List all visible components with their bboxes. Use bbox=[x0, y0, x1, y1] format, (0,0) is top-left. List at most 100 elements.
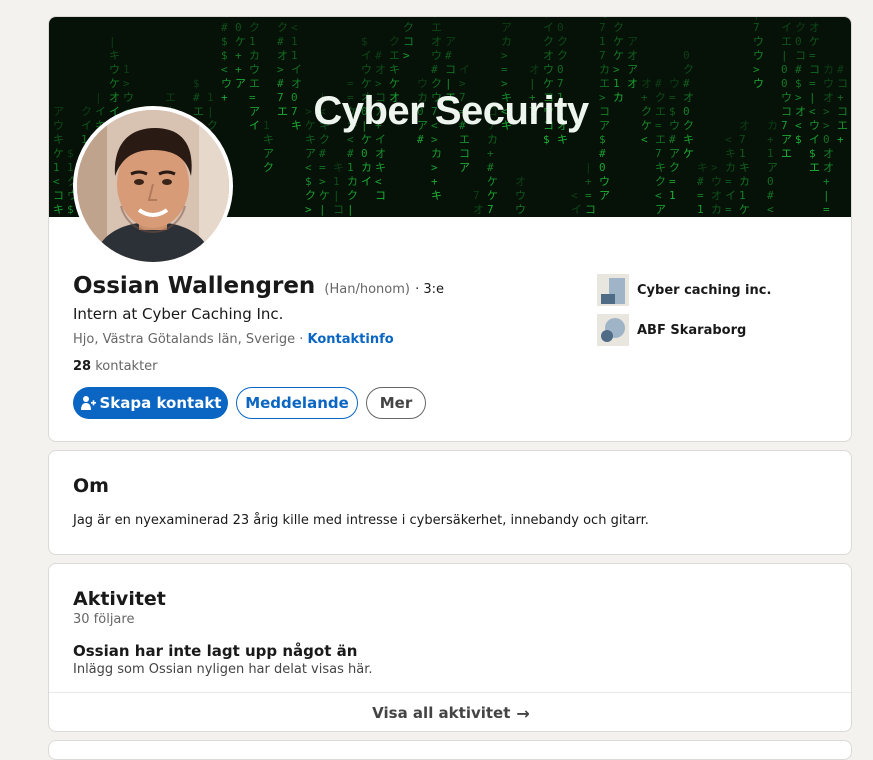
svg-text:1: 1 bbox=[53, 161, 60, 174]
location: Hjo, Västra Götalands län, Sverige · bbox=[73, 332, 304, 347]
svg-text:>: > bbox=[277, 63, 284, 76]
svg-text:ア: ア bbox=[501, 21, 512, 34]
svg-text:ウ: ウ bbox=[361, 63, 372, 76]
svg-text:#: # bbox=[599, 147, 606, 160]
svg-text:>: > bbox=[319, 175, 326, 188]
avatar[interactable] bbox=[73, 106, 233, 266]
svg-text:0: 0 bbox=[557, 63, 564, 76]
svg-text:ク: ク bbox=[613, 21, 624, 34]
show-all-activity-button[interactable]: Visa all aktivitet → bbox=[49, 693, 851, 731]
svg-text:ク: ク bbox=[543, 35, 554, 48]
connections[interactable]: 28 kontakter bbox=[73, 359, 158, 374]
svg-text:カ: カ bbox=[249, 49, 260, 62]
svg-text:$: $ bbox=[543, 133, 550, 146]
svg-text:カ: カ bbox=[823, 63, 834, 76]
company-logo-icon bbox=[597, 274, 629, 306]
show-all-label: Visa all aktivitet bbox=[372, 704, 511, 722]
svg-text:+: + bbox=[767, 133, 774, 146]
message-button[interactable]: Meddelande bbox=[236, 387, 358, 419]
svg-text:|: | bbox=[109, 35, 116, 48]
connect-button[interactable]: Skapa kontakt bbox=[73, 387, 228, 419]
svg-text:=: = bbox=[319, 161, 326, 174]
svg-text:キ: キ bbox=[725, 147, 736, 160]
svg-text:$: $ bbox=[361, 35, 368, 48]
svg-text:イ: イ bbox=[543, 21, 554, 34]
svg-text:キ: キ bbox=[305, 133, 316, 146]
svg-text:ク: ク bbox=[319, 133, 330, 146]
svg-text:ア: ア bbox=[263, 147, 274, 160]
svg-text:ア: ア bbox=[627, 63, 638, 76]
svg-text:#: # bbox=[697, 175, 704, 188]
svg-text:オ: オ bbox=[627, 49, 638, 62]
svg-text:キ: キ bbox=[375, 161, 386, 174]
svg-text:7: 7 bbox=[473, 189, 480, 202]
svg-text:|: | bbox=[823, 189, 830, 202]
svg-text:オ: オ bbox=[375, 147, 386, 160]
svg-text:キ: キ bbox=[557, 133, 568, 146]
svg-text:コ: コ bbox=[403, 35, 414, 48]
svg-text:オ: オ bbox=[431, 35, 442, 48]
svg-text:ク: ク bbox=[305, 189, 316, 202]
company-link[interactable]: Cyber caching inc. bbox=[597, 274, 771, 306]
add-person-icon bbox=[80, 395, 96, 411]
svg-text:$: $ bbox=[599, 133, 606, 146]
svg-text:カ: カ bbox=[501, 35, 512, 48]
svg-text:<: < bbox=[655, 189, 662, 202]
svg-text:0: 0 bbox=[557, 21, 564, 34]
svg-text:キ: キ bbox=[655, 161, 666, 174]
school-link[interactable]: ABF Skaraborg bbox=[597, 314, 746, 346]
svg-text:オ: オ bbox=[375, 63, 386, 76]
svg-text:ウ: ウ bbox=[599, 175, 610, 188]
svg-text:=: = bbox=[823, 203, 830, 216]
followers-count[interactable]: 30 följare bbox=[73, 612, 134, 627]
svg-text:ウ: ウ bbox=[109, 63, 120, 76]
svg-text:|: | bbox=[753, 17, 760, 20]
svg-text:ア: ア bbox=[781, 133, 792, 146]
svg-text:>: > bbox=[403, 49, 410, 62]
svg-text:$: $ bbox=[67, 147, 74, 160]
svg-text:イ: イ bbox=[459, 63, 470, 76]
svg-text:カ: カ bbox=[431, 147, 442, 160]
svg-text:+: + bbox=[823, 175, 830, 188]
school-name: ABF Skaraborg bbox=[637, 322, 747, 338]
contact-info-link[interactable]: Kontaktinfo bbox=[307, 332, 393, 347]
svg-text:コ: コ bbox=[459, 147, 470, 160]
svg-text:<: < bbox=[375, 175, 382, 188]
svg-text:ケ: ケ bbox=[809, 35, 820, 48]
svg-text:ア: ア bbox=[445, 35, 456, 48]
svg-text:1: 1 bbox=[291, 35, 298, 48]
svg-text:エ: エ bbox=[249, 17, 260, 20]
svg-text:#: # bbox=[445, 49, 452, 62]
activity-empty-text: Inlägg som Ossian nyligen har delat visa… bbox=[73, 662, 373, 677]
svg-text:ケ: ケ bbox=[53, 147, 64, 160]
svg-text:ク: ク bbox=[277, 21, 288, 34]
svg-text:エ: エ bbox=[389, 49, 400, 62]
profile-photo bbox=[77, 110, 229, 262]
svg-text:キ: キ bbox=[53, 203, 64, 216]
svg-text:#: # bbox=[375, 49, 382, 62]
about-text: Jag är en nyexaminerad 23 årig kille med… bbox=[73, 513, 649, 528]
location-line: Hjo, Västra Götalands län, Sverige · Kon… bbox=[73, 332, 394, 347]
svg-text:ケ: ケ bbox=[683, 147, 694, 160]
svg-text:<: < bbox=[221, 63, 228, 76]
svg-text:#: # bbox=[417, 133, 424, 146]
more-button[interactable]: Mer bbox=[366, 387, 426, 419]
svg-text:キ: キ bbox=[53, 133, 64, 146]
svg-text:エ: エ bbox=[655, 133, 666, 146]
svg-text:<: < bbox=[725, 133, 732, 146]
svg-text:ア: ア bbox=[627, 35, 638, 48]
svg-text:ウ: ウ bbox=[543, 63, 554, 76]
svg-text:>: > bbox=[753, 63, 760, 76]
svg-text:キ: キ bbox=[109, 49, 120, 62]
svg-text:キ: キ bbox=[333, 161, 344, 174]
svg-text:ア: ア bbox=[459, 161, 470, 174]
svg-text:ケ: ケ bbox=[613, 35, 624, 48]
svg-text:ア: ア bbox=[767, 161, 778, 174]
svg-text:>: > bbox=[501, 49, 508, 62]
svg-text:イ: イ bbox=[361, 175, 372, 188]
svg-text:ケ: ケ bbox=[319, 189, 330, 202]
svg-text:+: + bbox=[487, 147, 494, 160]
svg-text:イ: イ bbox=[221, 17, 232, 20]
svg-text:0: 0 bbox=[823, 133, 830, 146]
next-section bbox=[48, 740, 852, 760]
